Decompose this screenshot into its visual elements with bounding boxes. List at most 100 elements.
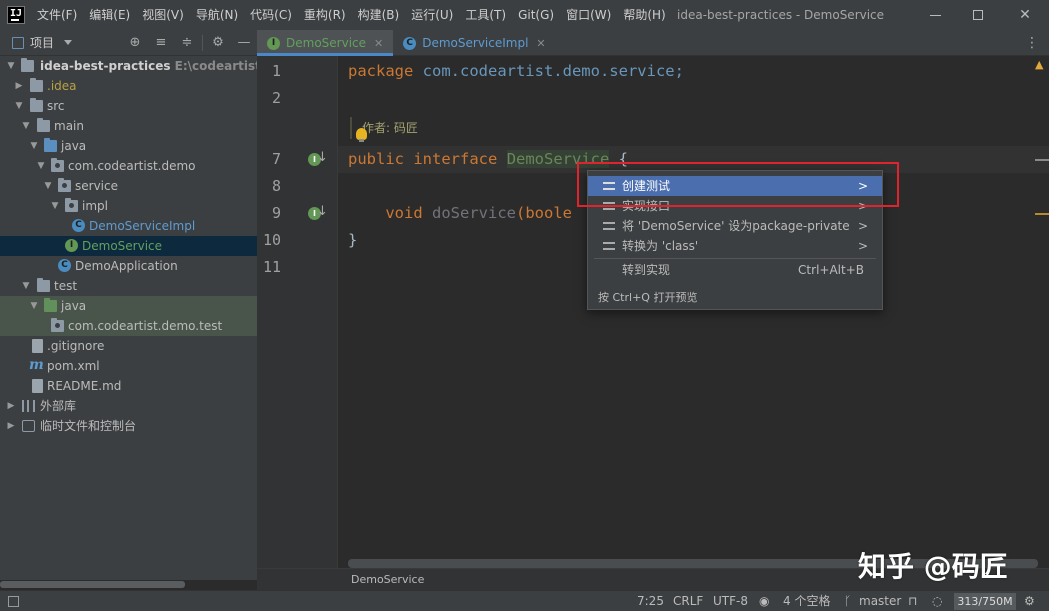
expand-arrow-icon[interactable]: ▼ bbox=[36, 156, 46, 176]
tree-item-package-service[interactable]: ▼ service bbox=[0, 176, 257, 196]
git-branch[interactable]: master bbox=[859, 591, 901, 611]
down-arrow-icon[interactable]: ↓ bbox=[317, 204, 328, 219]
locate-file-icon[interactable]: ⊕ bbox=[128, 36, 142, 50]
collapse-arrow-icon[interactable]: ▶ bbox=[14, 76, 24, 96]
tree-item-main-java[interactable]: ▼ java bbox=[0, 136, 257, 156]
menu-refactor[interactable]: 重构(R) bbox=[298, 0, 352, 30]
class-icon: C bbox=[403, 36, 417, 50]
source-folder-icon bbox=[44, 138, 57, 152]
maximize-button[interactable] bbox=[958, 0, 998, 30]
tree-item-gitignore[interactable]: .gitignore bbox=[0, 336, 257, 356]
close-window-button[interactable]: ✕ bbox=[1005, 0, 1045, 30]
tree-item-idea[interactable]: ▶ .idea bbox=[0, 76, 257, 96]
collapse-arrow-icon[interactable]: ▶ bbox=[6, 396, 16, 416]
tree-item-src[interactable]: ▼ src bbox=[0, 96, 257, 116]
menu-run[interactable]: 运行(U) bbox=[405, 0, 459, 30]
toggle-tool-windows-icon[interactable] bbox=[8, 596, 19, 607]
class-icon: C bbox=[58, 259, 71, 272]
hide-panel-icon[interactable]: — bbox=[237, 36, 251, 50]
collapse-arrow-icon[interactable]: ▶ bbox=[6, 416, 16, 436]
inspection-icon[interactable]: ◌ bbox=[932, 591, 942, 611]
main-menu: 文件(F) 编辑(E) 视图(V) 导航(N) 代码(C) 重构(R) 构建(B… bbox=[33, 0, 672, 30]
menu-file[interactable]: 文件(F) bbox=[33, 0, 83, 30]
minimize-button[interactable] bbox=[915, 0, 955, 30]
close-tab-icon[interactable]: ✕ bbox=[374, 37, 383, 50]
close-tab-icon[interactable]: ✕ bbox=[536, 37, 545, 50]
expand-arrow-icon[interactable]: ▼ bbox=[21, 116, 31, 136]
tree-item-pom[interactable]: m pom.xml bbox=[0, 356, 257, 376]
tab-demoserviceimpl[interactable]: C DemoServiceImpl ✕ bbox=[393, 30, 555, 56]
project-panel-header: 项目 ⊕ ≡ ≑ ⚙ — bbox=[0, 30, 257, 56]
keyword-public: public bbox=[348, 150, 404, 168]
expand-arrow-icon[interactable]: ▼ bbox=[14, 96, 24, 116]
file-encoding[interactable]: UTF-8 bbox=[713, 591, 748, 611]
warning-icon[interactable]: ▲ bbox=[1035, 58, 1043, 71]
editor-gutter bbox=[257, 56, 337, 568]
project-view-selector[interactable]: 项目 bbox=[30, 34, 54, 51]
tree-item-project-root[interactable]: ▼ idea-best-practices E:\codeartist\ide bbox=[0, 56, 257, 76]
package-icon bbox=[58, 178, 71, 192]
chevron-right-icon: > bbox=[857, 239, 868, 253]
tree-item-test[interactable]: ▼ test bbox=[0, 276, 257, 296]
menu-tools[interactable]: 工具(T) bbox=[459, 0, 512, 30]
line-number: 11 bbox=[262, 258, 281, 276]
memory-indicator[interactable]: 313/750M bbox=[954, 593, 1016, 610]
tree-item-external-libraries[interactable]: ▶ 外部库 bbox=[0, 396, 257, 416]
tree-item-demoapplication[interactable]: C DemoApplication bbox=[0, 256, 257, 276]
scroll-marker[interactable] bbox=[1035, 159, 1049, 161]
lock-icon[interactable]: ⊓ bbox=[908, 591, 917, 611]
tree-item-readme[interactable]: README.md bbox=[0, 376, 257, 396]
expand-arrow-icon[interactable]: ▼ bbox=[29, 136, 39, 156]
menu-navigate[interactable]: 导航(N) bbox=[190, 0, 244, 30]
tab-demoservice[interactable]: I DemoService ✕ bbox=[257, 30, 394, 56]
tree-item-scratches[interactable]: ▶ 临时文件和控制台 bbox=[0, 416, 257, 436]
keyword-interface: interface bbox=[413, 150, 498, 168]
scroll-marker[interactable] bbox=[1035, 213, 1049, 215]
indent-setting[interactable]: 4 个空格 bbox=[783, 591, 830, 611]
expand-arrow-icon[interactable]: ▼ bbox=[43, 176, 53, 196]
caret-position[interactable]: 7:25 bbox=[637, 591, 664, 611]
menu-edit[interactable]: 编辑(E) bbox=[83, 0, 136, 30]
tree-item-demoservice[interactable]: I DemoService bbox=[0, 236, 257, 256]
tree-item-label: impl bbox=[82, 199, 108, 213]
chevron-down-icon[interactable] bbox=[64, 40, 73, 45]
down-arrow-icon[interactable]: ↓ bbox=[317, 150, 328, 165]
more-tabs-icon[interactable]: ⋮ bbox=[1025, 30, 1039, 56]
tree-item-label: DemoApplication bbox=[75, 259, 178, 273]
gear-icon[interactable]: ⚙ bbox=[211, 36, 225, 50]
collapse-all-icon[interactable]: ≑ bbox=[180, 36, 194, 50]
breadcrumb[interactable]: DemoService bbox=[351, 569, 424, 591]
lightbulb-icon[interactable] bbox=[356, 128, 367, 142]
expand-all-icon[interactable]: ≡ bbox=[154, 36, 168, 50]
menu-git[interactable]: Git(G) bbox=[512, 0, 560, 30]
tree-item-package-demo[interactable]: ▼ com.codeartist.demo bbox=[0, 156, 257, 176]
eye-icon[interactable]: ◉ bbox=[759, 591, 769, 611]
menu-window[interactable]: 窗口(W) bbox=[560, 0, 617, 30]
line-number: 1 bbox=[271, 62, 281, 80]
code-line-9: void doService(boole bbox=[348, 200, 572, 227]
menu-code[interactable]: 代码(C) bbox=[244, 0, 298, 30]
menu-build[interactable]: 构建(B) bbox=[352, 0, 406, 30]
line-separator[interactable]: CRLF bbox=[673, 591, 703, 611]
line-number: 10 bbox=[262, 231, 281, 249]
expand-arrow-icon[interactable]: ▼ bbox=[50, 196, 60, 216]
project-toolbar: ⊕ ≡ ≑ ⚙ — bbox=[122, 30, 257, 56]
menu-help[interactable]: 帮助(H) bbox=[617, 0, 671, 30]
tree-item-package-test[interactable]: com.codeartist.demo.test bbox=[0, 316, 257, 336]
expand-arrow-icon[interactable]: ▼ bbox=[6, 56, 16, 76]
code-editor[interactable] bbox=[338, 56, 1049, 568]
gear-icon[interactable]: ⚙ bbox=[1024, 591, 1035, 611]
tree-item-package-impl[interactable]: ▼ impl bbox=[0, 196, 257, 216]
maven-icon: m bbox=[29, 357, 44, 373]
menu-item-convert-to-class[interactable]: 转换为 'class' > bbox=[588, 236, 882, 256]
tree-item-test-java[interactable]: ▼ java bbox=[0, 296, 257, 316]
project-tree-scrollbar[interactable] bbox=[0, 581, 185, 588]
menu-item-make-package-private[interactable]: 将 'DemoService' 设为package-private > bbox=[588, 216, 882, 236]
menu-view[interactable]: 视图(V) bbox=[136, 0, 190, 30]
project-icon bbox=[12, 36, 24, 49]
tree-item-demoserviceimpl[interactable]: C DemoServiceImpl bbox=[0, 216, 257, 236]
tree-item-main[interactable]: ▼ main bbox=[0, 116, 257, 136]
expand-arrow-icon[interactable]: ▼ bbox=[21, 276, 31, 296]
expand-arrow-icon[interactable]: ▼ bbox=[29, 296, 39, 316]
menu-item-goto-implementation[interactable]: 转到实现 Ctrl+Alt+B bbox=[588, 260, 882, 280]
